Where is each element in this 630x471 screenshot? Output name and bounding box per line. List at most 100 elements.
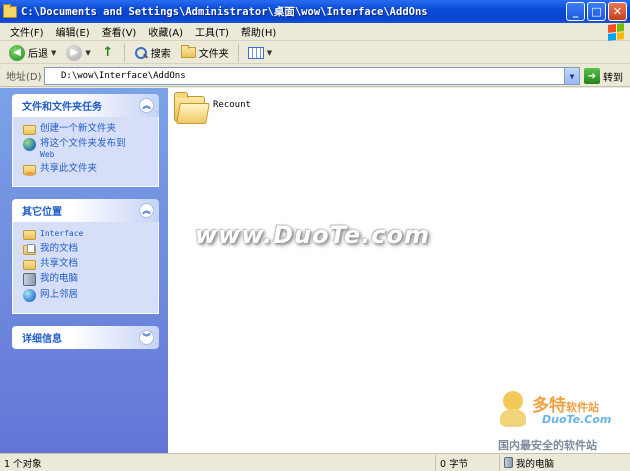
watermark-text: www.DuoTe.com <box>195 221 430 249</box>
address-dropdown-icon[interactable]: ▼ <box>564 68 579 84</box>
panel-title: 文件和文件夹任务 <box>22 102 102 113</box>
folder-icon <box>23 230 36 240</box>
search-label: 搜索 <box>150 49 171 60</box>
new-folder-icon <box>23 125 36 135</box>
logo-slogan: 国内最安全的软件站 <box>498 439 597 452</box>
task-label: 创建一个新文件夹 <box>40 123 117 134</box>
panel-title: 其它位置 <box>22 207 62 218</box>
place-my-computer[interactable]: 我的电脑 <box>23 273 152 286</box>
collapse-chevron-icon[interactable]: ︽ <box>139 203 154 218</box>
place-label: Interface <box>40 229 84 238</box>
title-bar[interactable]: C:\Documents and Settings\Administrator\… <box>0 0 630 23</box>
up-button[interactable]: ↑ <box>98 43 118 63</box>
go-arrow-icon: ➜ <box>584 68 600 84</box>
toolbar-separator <box>123 43 125 62</box>
windows-logo-icon <box>608 23 624 41</box>
task-label: 共享此文件夹 <box>40 163 98 174</box>
place-label: 我的电脑 <box>40 273 79 284</box>
menu-favorites[interactable]: 收藏(A) <box>142 24 189 39</box>
my-computer-icon <box>23 273 36 286</box>
go-button[interactable]: ➜ 转到 <box>584 68 623 84</box>
task-label-group: 将这个文件夹发布到 Web <box>40 138 126 160</box>
maximize-button[interactable]: □ <box>587 2 606 21</box>
status-object-count: 1 个对象 <box>0 454 436 471</box>
status-size: 0 字节 <box>436 454 500 471</box>
address-bar: 地址(D) D:\wow\Interface\AddOns ▼ ➜ 转到 <box>0 65 630 87</box>
menu-help[interactable]: 帮助(H) <box>235 24 282 39</box>
panel-header[interactable]: 文件和文件夹任务 ︽ <box>12 94 159 117</box>
panel-body: Interface 我的文档 共享文档 我的电脑 网上邻居 <box>12 222 159 314</box>
task-label: 将这个文件夹发布到 <box>40 138 126 149</box>
back-button[interactable]: ◀ 后退 ▼ <box>6 43 59 63</box>
toolbar-separator <box>237 43 239 62</box>
panel-title: 详细信息 <box>22 334 62 345</box>
panel-details: 详细信息 ︾ <box>12 326 159 349</box>
place-interface[interactable]: Interface <box>23 228 152 240</box>
views-icon <box>247 46 264 59</box>
search-icon <box>134 46 148 60</box>
address-input[interactable]: D:\wow\Interface\AddOns ▼ <box>44 67 580 85</box>
go-label: 转到 <box>603 72 623 84</box>
expand-chevron-icon[interactable]: ︾ <box>139 330 154 345</box>
place-label: 共享文档 <box>40 258 79 269</box>
folder-item-recount[interactable]: Recount <box>174 92 251 122</box>
menu-bar: 文件(F) 编辑(E) 查看(V) 收藏(A) 工具(T) 帮助(H) <box>0 23 630 41</box>
task-new-folder[interactable]: 创建一个新文件夹 <box>23 123 152 135</box>
task-label-line2: Web <box>40 150 55 159</box>
status-bar: 1 个对象 0 字节 我的电脑 <box>0 453 630 471</box>
logo-domain: DuoTe.Com <box>542 413 612 426</box>
status-location-label: 我的电脑 <box>516 458 555 470</box>
address-value: D:\wow\Interface\AddOns <box>61 71 186 81</box>
panel-other-places: 其它位置 ︽ Interface 我的文档 共享文档 我的电脑 网上邻居 <box>12 199 159 314</box>
place-shared-documents[interactable]: 共享文档 <box>23 258 152 270</box>
share-folder-icon <box>23 165 36 176</box>
back-dropdown-icon[interactable]: ▼ <box>51 49 56 57</box>
close-button[interactable]: ✕ <box>608 2 627 21</box>
folder-icon <box>174 92 205 122</box>
menu-edit[interactable]: 编辑(E) <box>50 24 96 39</box>
toolbar: ◀ 后退 ▼ ▶ ▼ ↑ 搜索 文件夹 ▼ <box>0 42 630 64</box>
my-computer-icon <box>504 457 513 468</box>
minimize-button[interactable]: _ <box>566 2 585 21</box>
window-controls: _ □ ✕ <box>566 2 627 21</box>
task-share-folder[interactable]: 共享此文件夹 <box>23 163 152 176</box>
menu-view[interactable]: 查看(V) <box>96 24 143 39</box>
forward-button[interactable]: ▶ ▼ <box>63 43 93 63</box>
back-label: 后退 <box>28 49 48 60</box>
globe-icon <box>23 138 36 151</box>
shared-documents-icon <box>23 260 36 270</box>
place-label: 我的文档 <box>40 243 79 254</box>
back-arrow-icon: ◀ <box>9 44 25 61</box>
panel-header[interactable]: 其它位置 ︽ <box>12 199 159 222</box>
menu-tools[interactable]: 工具(T) <box>189 24 235 39</box>
file-list[interactable]: Recount www.DuoTe.com 多特软件站 DuoTe.Com 国内… <box>168 88 630 453</box>
collapse-chevron-icon[interactable]: ︽ <box>139 98 154 113</box>
mascot-icon <box>498 391 528 427</box>
place-network[interactable]: 网上邻居 <box>23 289 152 302</box>
views-dropdown-icon: ▼ <box>266 48 273 57</box>
site-logo-watermark: 多特软件站 DuoTe.Com 国内最安全的软件站 <box>498 391 626 453</box>
forward-dropdown-icon[interactable]: ▼ <box>85 49 90 57</box>
views-button[interactable]: ▼ <box>245 43 275 63</box>
up-folder-icon: ↑ <box>102 45 114 60</box>
folders-icon <box>180 45 196 58</box>
task-pane: 文件和文件夹任务 ︽ 创建一个新文件夹 将这个文件夹发布到 Web 共享此文件夹 <box>0 88 168 453</box>
my-documents-icon <box>23 244 36 255</box>
place-my-documents[interactable]: 我的文档 <box>23 243 152 255</box>
network-icon <box>23 289 36 302</box>
status-location: 我的电脑 <box>500 455 630 471</box>
panel-body: 创建一个新文件夹 将这个文件夹发布到 Web 共享此文件夹 <box>12 117 159 187</box>
search-button[interactable]: 搜索 <box>131 43 174 63</box>
forward-arrow-icon: ▶ <box>66 44 83 61</box>
panel-header[interactable]: 详细信息 ︾ <box>12 326 159 349</box>
window-title: C:\Documents and Settings\Administrator\… <box>21 6 428 18</box>
place-label: 网上邻居 <box>40 289 79 300</box>
menu-file[interactable]: 文件(F) <box>4 24 50 39</box>
folder-name: Recount <box>213 100 251 110</box>
folder-icon <box>3 3 17 18</box>
panel-file-tasks: 文件和文件夹任务 ︽ 创建一个新文件夹 将这个文件夹发布到 Web 共享此文件夹 <box>12 94 159 187</box>
folders-label: 文件夹 <box>198 49 229 60</box>
task-publish-web[interactable]: 将这个文件夹发布到 Web <box>23 138 152 160</box>
address-label: 地址(D) <box>6 72 42 83</box>
folders-button[interactable]: 文件夹 <box>178 43 232 63</box>
